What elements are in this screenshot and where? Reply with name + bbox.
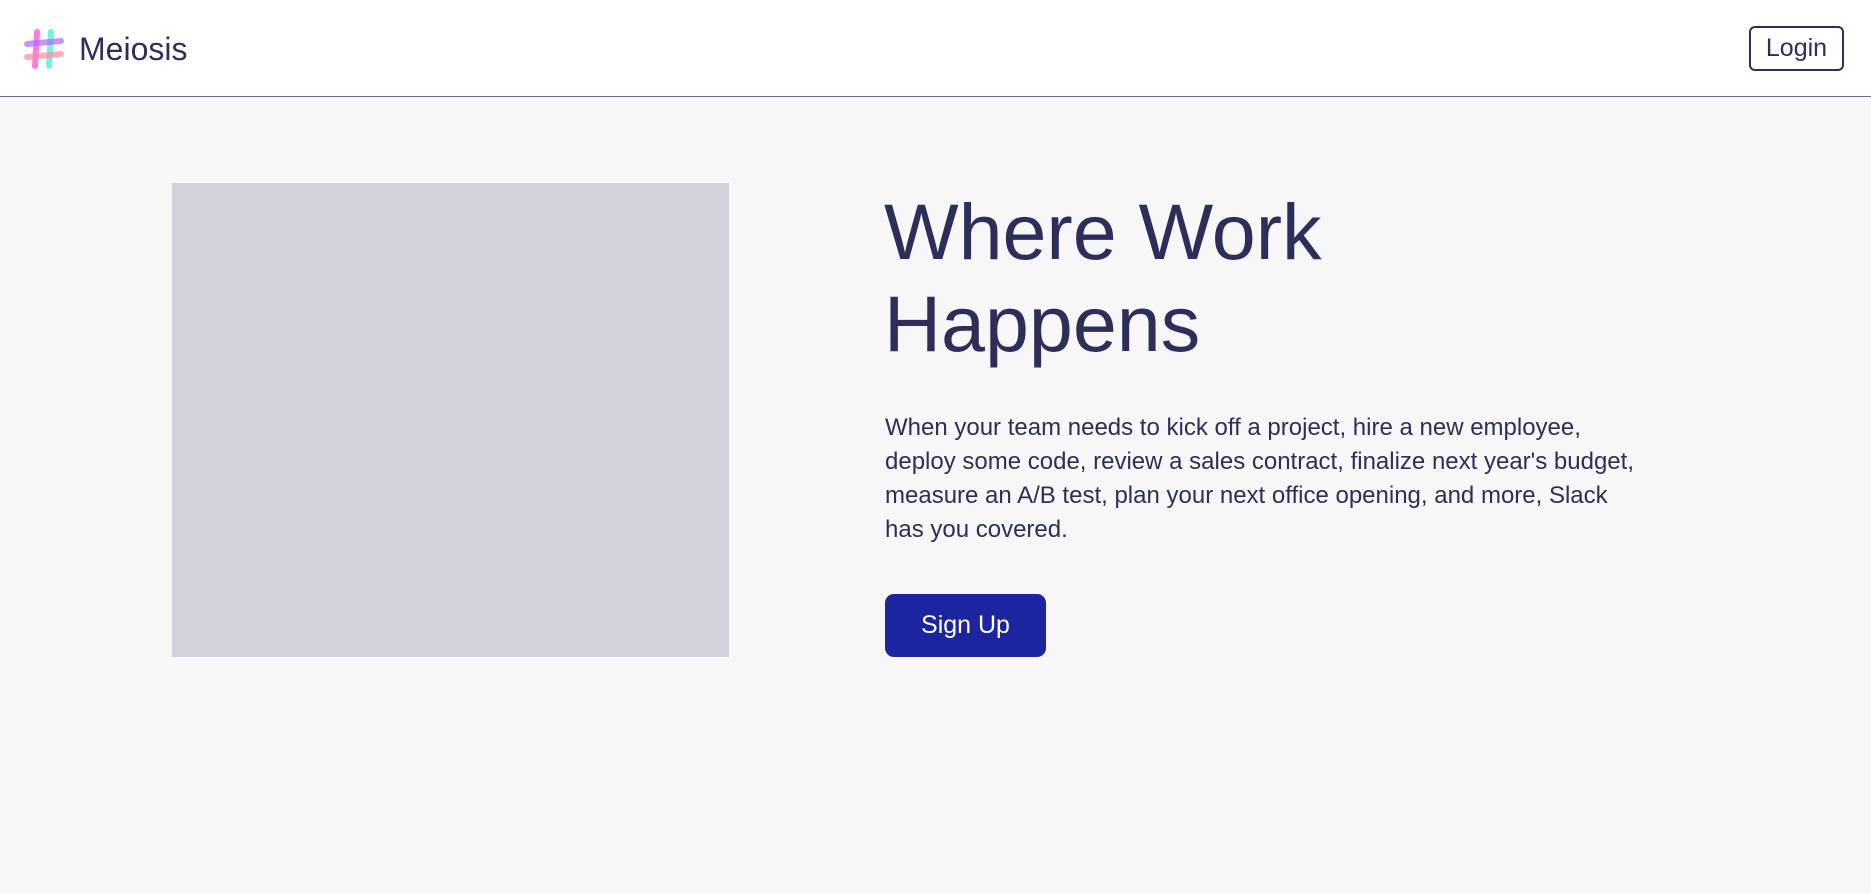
hero-title: Where Work Happens (884, 187, 1322, 368)
hero-description: When your team needs to kick off a proje… (885, 414, 1634, 543)
login-button[interactable]: Login (1749, 26, 1844, 71)
sign-up-button[interactable]: Sign Up (885, 594, 1046, 657)
hash-logo-icon[interactable] (24, 29, 64, 69)
brand-name[interactable]: Meiosis (79, 29, 187, 69)
hero-image-placeholder (172, 183, 729, 657)
site-header: Meiosis Login (0, 0, 1871, 97)
